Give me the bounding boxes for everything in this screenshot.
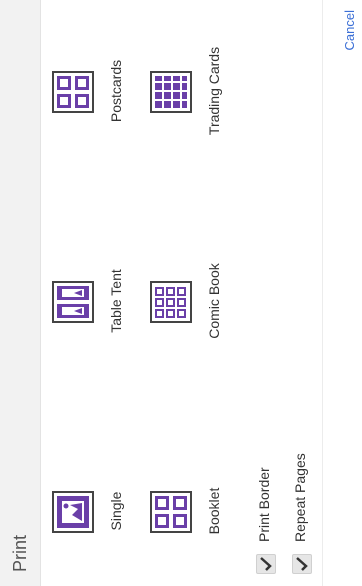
postcards-icon [52, 71, 94, 113]
trading-cards-icon [150, 71, 192, 113]
layout-label-comic-book: Comic Book [206, 263, 222, 339]
booklet-icon [150, 491, 192, 533]
repeat-pages-option[interactable]: Repeat Pages [290, 414, 314, 574]
layout-option-postcards[interactable]: Postcards [52, 56, 152, 126]
print-border-option[interactable]: Print Border [254, 414, 278, 574]
repeat-pages-label: Repeat Pages [292, 453, 308, 542]
table-tent-icon [52, 281, 94, 323]
cancel-button[interactable]: Cancel [342, 10, 357, 50]
footer-divider [322, 0, 323, 586]
print-dialog: Print Single Table Tent Postcards Bookle… [0, 0, 362, 586]
print-border-checkbox[interactable] [256, 554, 276, 574]
layout-label-single: Single [108, 491, 124, 531]
layout-label-trading-cards: Trading Cards [206, 46, 222, 136]
comic-book-icon [150, 281, 192, 323]
layout-option-single[interactable]: Single [52, 476, 152, 546]
layout-option-comic-book[interactable]: Comic Book [150, 263, 250, 339]
layout-label-table-tent: Table Tent [108, 269, 124, 333]
layout-option-booklet[interactable]: Booklet [150, 476, 250, 546]
print-border-label: Print Border [256, 467, 272, 542]
single-page-icon [52, 491, 94, 533]
layout-label-booklet: Booklet [206, 487, 222, 535]
repeat-pages-checkbox[interactable] [292, 554, 312, 574]
dialog-title: Print [10, 534, 30, 572]
title-bar: Print [0, 0, 41, 586]
layout-option-trading-cards[interactable]: Trading Cards [150, 47, 250, 135]
layout-option-table-tent[interactable]: Table Tent [52, 266, 152, 336]
screen: Print Single Table Tent Postcards Bookle… [0, 0, 362, 586]
layout-label-postcards: Postcards [108, 59, 124, 123]
